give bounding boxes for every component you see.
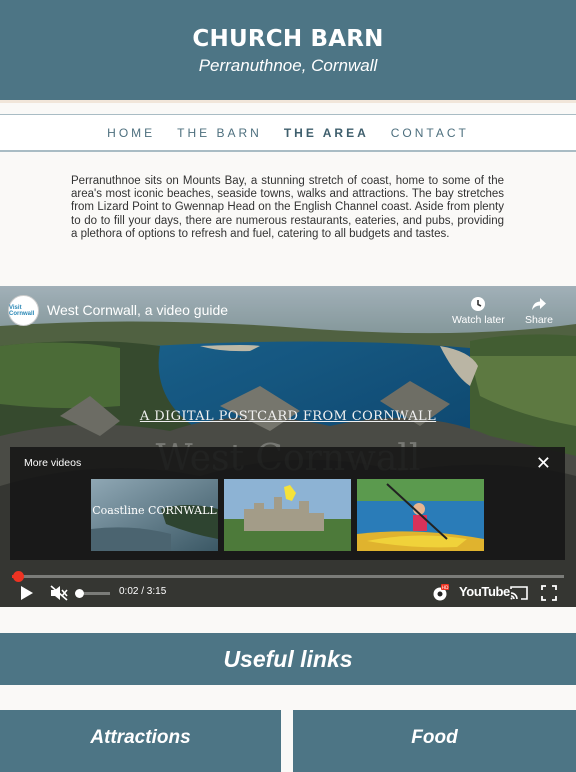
video-thumbnail-kayak[interactable] <box>357 479 484 551</box>
svg-text:HD: HD <box>442 585 449 591</box>
play-icon[interactable] <box>20 585 34 601</box>
video-progress-bar[interactable] <box>12 571 564 582</box>
attractions-label: Attractions <box>90 727 191 748</box>
share-label: Share <box>525 314 554 326</box>
settings-icon[interactable]: HD <box>431 584 449 602</box>
thumbnail-caption: Coastline CORNWALL <box>92 504 217 517</box>
watch-later-button[interactable]: Watch later <box>452 296 505 326</box>
video-thumbnail-castle[interactable] <box>224 479 351 551</box>
food-label: Food <box>411 727 458 748</box>
youtube-logo[interactable]: YouTube <box>459 584 510 599</box>
share-button[interactable]: Share <box>525 296 553 326</box>
nav-the-area[interactable]: THE AREA <box>284 126 369 140</box>
cast-icon[interactable] <box>509 585 529 601</box>
main-nav: HOME THE BARN THE AREA CONTACT <box>0 114 576 152</box>
mute-icon[interactable] <box>50 585 68 601</box>
thumbnail-image <box>357 479 484 551</box>
close-icon[interactable]: ✕ <box>536 453 551 474</box>
useful-links-heading-bar: Useful links <box>0 633 576 685</box>
channel-logo[interactable]: Visit Cornwall <box>8 295 39 326</box>
more-videos-label: More videos <box>24 457 82 469</box>
site-subtitle: Perranuthnoe, Cornwall <box>198 56 378 75</box>
nav-contact[interactable]: CONTACT <box>391 126 469 140</box>
share-icon <box>532 298 547 310</box>
video-time: 0:02 / 3:15 <box>119 586 167 597</box>
clock-icon <box>471 297 486 311</box>
watch-later-label: Watch later <box>452 314 505 326</box>
header-divider <box>0 100 576 103</box>
thumbnail-image <box>224 479 351 551</box>
video-overlay-caption: A DIGITAL POSTCARD FROM CORNWALL <box>139 409 437 424</box>
intro-paragraph: Perranuthnoe sits on Mounts Bay, a stunn… <box>71 175 504 240</box>
attractions-card[interactable]: Attractions <box>0 710 281 772</box>
site-header: CHURCH BARN Perranuthnoe, Cornwall <box>0 0 576 100</box>
volume-slider[interactable] <box>75 589 84 598</box>
food-card[interactable]: Food <box>293 710 576 772</box>
video-player[interactable]: Visit Cornwall West Cornwall, a video gu… <box>0 286 576 607</box>
video-title[interactable]: West Cornwall, a video guide <box>47 302 228 318</box>
progress-scrubber[interactable] <box>12 571 24 582</box>
video-controls: 0:02 / 3:15 HD YouTube <box>0 583 576 603</box>
video-thumbnail-coastline[interactable]: Coastline CORNWALL <box>91 479 218 551</box>
site-title: CHURCH BARN <box>192 26 384 52</box>
more-videos-panel: More videos ✕ Coastline CORNWALL <box>10 447 565 560</box>
useful-links-heading: Useful links <box>223 646 353 672</box>
nav-home[interactable]: HOME <box>107 126 155 140</box>
nav-the-barn[interactable]: THE BARN <box>177 126 262 140</box>
fullscreen-icon[interactable] <box>541 585 557 601</box>
volume-track <box>84 592 110 595</box>
